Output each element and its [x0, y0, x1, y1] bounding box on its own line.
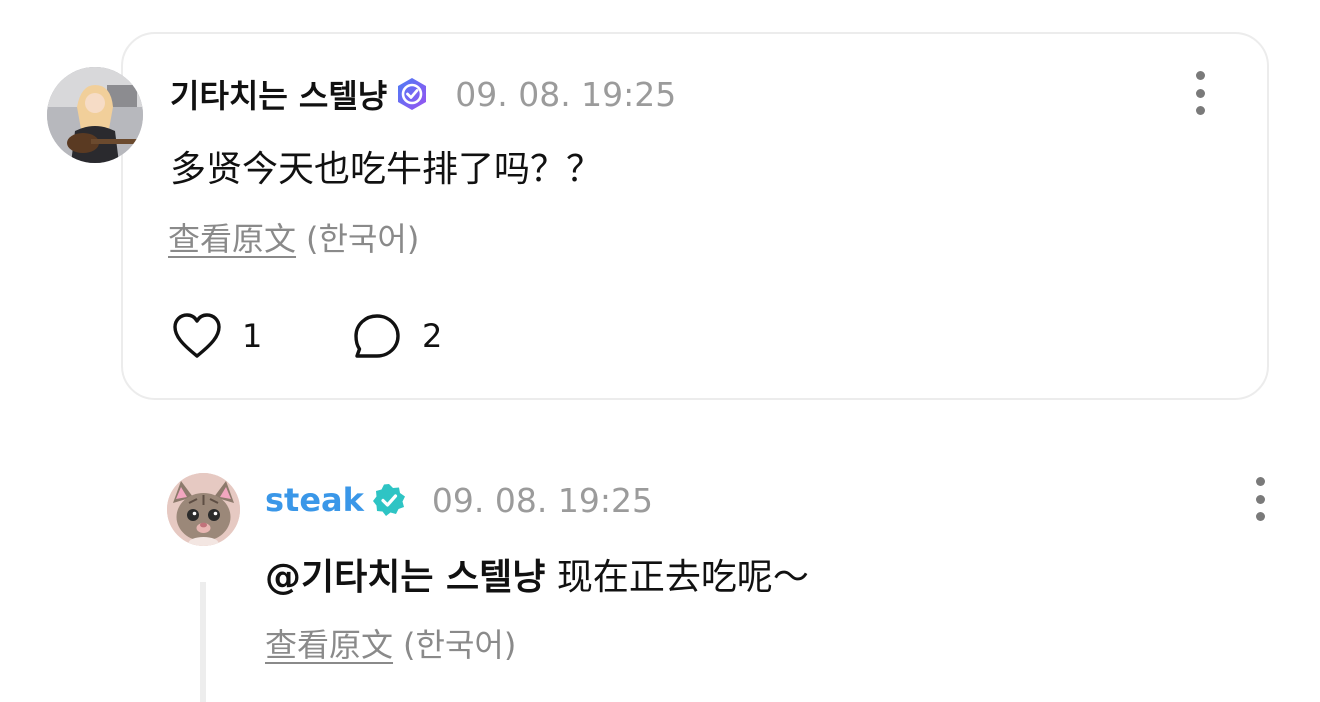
heart-icon: [173, 313, 221, 358]
author-name[interactable]: 기타치는 스텔냥: [170, 71, 387, 117]
author-name[interactable]: steak: [265, 481, 364, 519]
thread-line: [200, 582, 206, 702]
reply-text: @기타치는 스텔냥 现在正去吃呢～: [265, 548, 809, 600]
comment-header: 기타치는 스텔냥 09. 08. 19:25: [170, 72, 676, 116]
view-original-link[interactable]: 查看原文: [265, 626, 393, 664]
comment-text: 多贤今天也吃牛排了吗？？: [170, 149, 603, 190]
reply-count: 2: [422, 317, 443, 355]
reply-button[interactable]: 2: [352, 312, 442, 360]
verified-badge-icon: [372, 483, 406, 517]
more-options-icon[interactable]: [1190, 71, 1210, 115]
like-button[interactable]: 1: [172, 312, 262, 360]
mention-link[interactable]: @기타치는 스텔냥: [265, 557, 545, 598]
avatar[interactable]: [47, 67, 143, 163]
translation-row: 查看原文 (한국어): [265, 620, 516, 666]
translation-row: 查看原文 (한국어): [168, 214, 419, 260]
like-count: 1: [242, 317, 263, 355]
reply-message: 现在正去吃呢～: [545, 557, 809, 598]
view-original-link[interactable]: 查看原文: [168, 220, 296, 258]
timestamp: 09. 08. 19:25: [431, 480, 653, 520]
original-language-label: (한국어): [306, 220, 420, 258]
avatar[interactable]: [167, 473, 240, 546]
more-options-icon[interactable]: [1250, 477, 1270, 521]
verified-badge-icon: [395, 77, 429, 111]
timestamp: 09. 08. 19:25: [455, 74, 677, 114]
original-language-label: (한국어): [403, 626, 517, 664]
comment-bubble-icon: [354, 314, 400, 358]
reply-header: steak 09. 08. 19:25: [265, 478, 653, 522]
